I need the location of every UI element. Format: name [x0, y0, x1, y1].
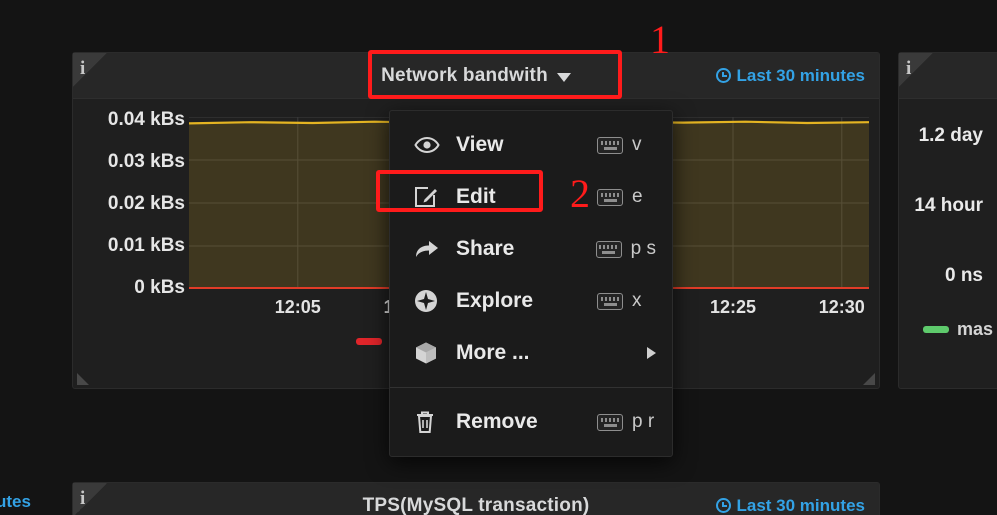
- keyboard-icon: [597, 413, 623, 431]
- menu-item-label: Remove: [456, 410, 538, 433]
- eye-icon: [414, 136, 444, 154]
- annotation-number-2: 2: [570, 171, 590, 216]
- time-range-label: Last 30 minutes: [736, 495, 866, 515]
- panel-title-dropdown[interactable]: Network bandwith: [381, 65, 571, 87]
- panel-resize-handle-left[interactable]: [76, 372, 90, 386]
- keyboard-icon: [597, 136, 623, 154]
- menu-item-more[interactable]: More ...: [390, 327, 672, 379]
- menu-item-label: More ...: [456, 341, 530, 364]
- menu-item-edit[interactable]: Edit e: [390, 171, 672, 223]
- menu-item-label: Share: [456, 237, 515, 260]
- info-icon[interactable]: i: [73, 53, 107, 87]
- panel-tps-mysql-transaction: i TPS(MySQL transaction) Last 30 minutes: [72, 482, 880, 515]
- legend-swatch: [356, 338, 383, 345]
- menu-item-remove[interactable]: Remove p r: [390, 396, 672, 448]
- panel-header: i: [899, 53, 997, 99]
- chevron-right-icon: [647, 347, 656, 359]
- menu-item-share[interactable]: Share p s: [390, 223, 672, 275]
- trash-icon: [414, 410, 444, 434]
- panel-title-dropdown[interactable]: TPS(MySQL transaction): [363, 495, 590, 515]
- stat-value: 0 ns: [944, 265, 983, 286]
- y-tick: 0.02 kBs: [107, 193, 185, 214]
- pencil-icon: [414, 186, 444, 208]
- legend-item-master[interactable]: mas: [923, 319, 993, 340]
- keyboard-icon: [597, 292, 623, 310]
- share-icon: [414, 238, 444, 260]
- keyboard-icon: [595, 240, 622, 258]
- shortcut-keys: x: [632, 290, 642, 311]
- compass-icon: [414, 289, 444, 313]
- y-axis: 0.04 kBs 0.03 kBs 0.02 kBs 0.01 kBs 0 kB…: [73, 109, 185, 299]
- panel-context-menu: View v Edit e Share p s Explore x More .…: [389, 110, 673, 457]
- clock-icon: [715, 68, 731, 83]
- clock-icon: [715, 498, 731, 513]
- chevron-down-icon: [556, 72, 571, 82]
- stat-value: 1.2 day: [918, 125, 983, 146]
- keyboard-icon: [597, 188, 623, 206]
- menu-item-shortcut: p s: [595, 238, 656, 260]
- y-tick: 0.03 kBs: [107, 151, 185, 172]
- time-range-label: Last 30 minutes: [736, 65, 866, 85]
- y-tick: 0 kBs: [134, 277, 185, 298]
- time-range-picker[interactable]: Last 30 minutes: [715, 495, 866, 515]
- panel-title-text: Network bandwith: [381, 64, 548, 86]
- shortcut-keys: p s: [630, 238, 656, 259]
- bottom-left-timerange-fragment: utes: [0, 492, 31, 511]
- x-tick: 12:25: [709, 297, 757, 317]
- y-tick: 0.04 kBs: [107, 109, 185, 130]
- menu-item-shortcut: e: [597, 186, 656, 208]
- panel-resize-handle-right[interactable]: [862, 372, 876, 386]
- menu-item-explore[interactable]: Explore x: [390, 275, 672, 327]
- panel-body: 1.2 day 14 hour 0 ns mas: [899, 99, 997, 388]
- annotation-number-1: 1: [650, 17, 670, 62]
- panel-uptime: i 1.2 day 14 hour 0 ns mas: [898, 52, 997, 389]
- shortcut-keys: p r: [632, 411, 655, 432]
- legend-label: mas: [957, 319, 994, 339]
- screen: utes i Network bandwith Last 30 minutes …: [0, 0, 997, 515]
- cube-icon: [414, 341, 444, 365]
- time-range-picker[interactable]: Last 30 minutes: [715, 65, 866, 86]
- menu-item-shortcut: p r: [597, 411, 656, 433]
- panel-header: i Network bandwith Last 30 minutes: [73, 53, 879, 99]
- menu-item-shortcut: v: [597, 134, 656, 156]
- x-tick: 12:30: [818, 297, 865, 317]
- shortcut-keys: e: [632, 186, 643, 207]
- menu-item-label: Explore: [456, 289, 534, 312]
- info-icon[interactable]: i: [73, 483, 107, 515]
- menu-item-view[interactable]: View v: [390, 119, 672, 171]
- y-tick: 0.01 kBs: [107, 235, 185, 256]
- shortcut-keys: v: [632, 134, 642, 155]
- x-tick: 12:05: [274, 297, 321, 317]
- legend-swatch: [923, 326, 949, 333]
- menu-divider: [390, 387, 672, 388]
- menu-item-label: View: [456, 133, 504, 156]
- panel-title-text: TPS(MySQL transaction): [362, 494, 590, 515]
- info-icon[interactable]: i: [899, 53, 933, 87]
- stat-value: 14 hour: [914, 195, 983, 216]
- panel-header: i TPS(MySQL transaction) Last 30 minutes: [73, 483, 879, 515]
- menu-item-shortcut: x: [597, 290, 656, 312]
